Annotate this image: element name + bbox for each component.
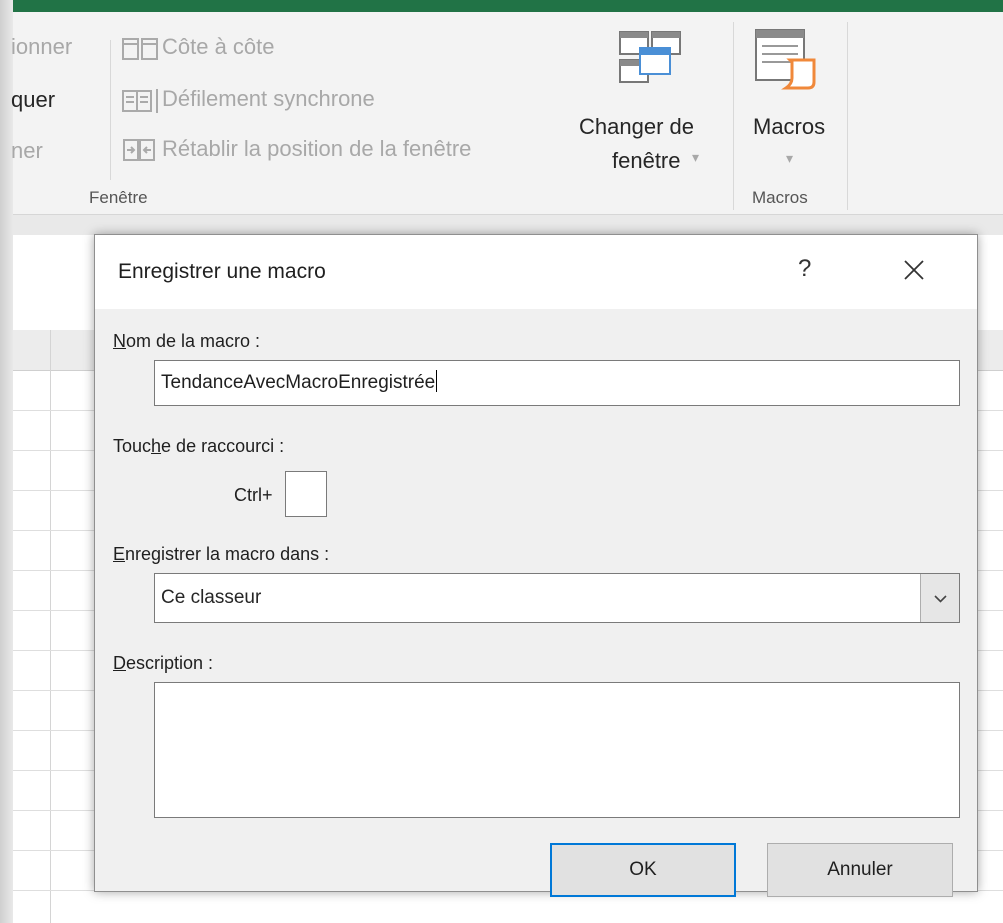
macro-name-field[interactable]: TendanceAvecMacroEnregistrée [154, 360, 960, 406]
description-field[interactable] [154, 682, 960, 818]
dialog-title: Enregistrer une macro [118, 260, 326, 283]
macros-label: Macros [753, 114, 826, 139]
dropdown-button[interactable] [920, 574, 959, 622]
text-caret [436, 370, 438, 392]
ribbon-truncated-command-1[interactable]: ionner [11, 34, 72, 60]
macros-button[interactable]: Macros ▾ [738, 22, 843, 192]
ribbon-separator [110, 40, 111, 180]
store-macro-in-select[interactable]: Ce classeur [154, 573, 960, 623]
ctrl-label: Ctrl+ [234, 485, 273, 505]
macro-name-value: TendanceAvecMacroEnregistrée [161, 370, 438, 393]
switch-windows-label-line2: fenêtre [612, 148, 681, 173]
help-button[interactable]: ? [798, 255, 811, 283]
ribbon-truncated-command-2[interactable]: quer [11, 87, 55, 113]
side-by-side-button[interactable]: Côte à côte [122, 32, 322, 68]
reset-window-position-label: Rétablir la position de la fenêtre [162, 136, 472, 161]
macro-name-label: Nom de la macro : [113, 331, 261, 351]
ribbon-separator [733, 22, 734, 210]
grid-line [50, 330, 51, 923]
switch-windows-label-line1: Changer de [579, 114, 694, 139]
shortcut-key-field[interactable] [285, 471, 327, 517]
formula-bar-strip [13, 215, 1003, 235]
record-macro-dialog: Enregistrer une macro ? Nom de la macro … [94, 234, 978, 897]
description-label: Description : [113, 653, 214, 673]
reset-window-position-button[interactable]: Rétablir la position de la fenêtre [122, 134, 572, 170]
store-macro-in-label: Enregistrer la macro dans : [113, 544, 330, 564]
ribbon-truncated-command-3[interactable]: ner [11, 138, 43, 164]
store-macro-in-value: Ce classeur [161, 587, 262, 608]
sync-scroll-icon [122, 89, 158, 113]
ok-button[interactable]: OK [550, 843, 736, 897]
switch-windows-icon [619, 31, 681, 83]
group-macros-label: Macros [752, 188, 808, 207]
shortcut-key-label: Touche de raccourci : [113, 436, 285, 456]
reset-window-position-icon [123, 139, 155, 161]
side-by-side-label: Côte à côte [162, 34, 275, 59]
ribbon-separator [847, 22, 848, 210]
group-window-label: Fenêtre [89, 188, 148, 207]
cancel-button[interactable]: Annuler [767, 843, 953, 897]
chevron-down-icon: ▾ [692, 149, 700, 165]
dialog-title-bar[interactable]: Enregistrer une macro ? [95, 235, 977, 309]
chevron-down-icon: ▾ [786, 150, 794, 166]
title-bar-strip [13, 0, 1003, 12]
sync-scroll-button[interactable]: Défilement synchrone [122, 84, 452, 120]
close-icon[interactable] [903, 259, 925, 281]
macros-icon [755, 29, 816, 90]
sync-scroll-label: Défilement synchrone [162, 86, 375, 111]
ribbon: ionner quer ner Côte à côte Défilement s… [11, 12, 1003, 215]
switch-windows-button[interactable]: Changer de fenêtre ▾ [576, 22, 732, 192]
chevron-down-icon [934, 595, 947, 603]
